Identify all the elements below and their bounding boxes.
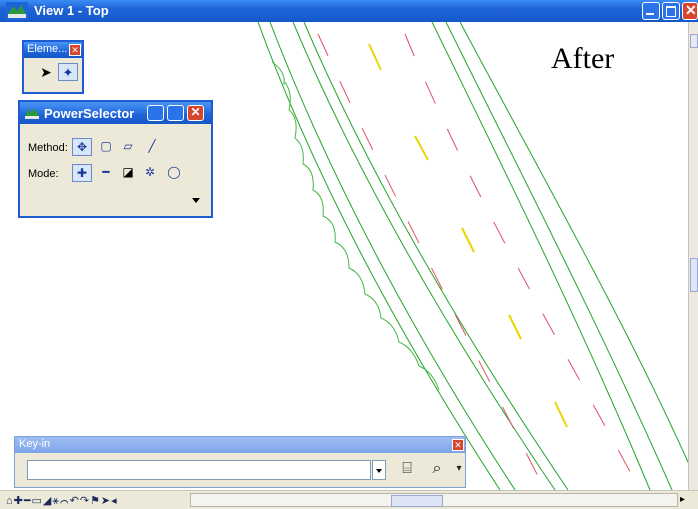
mode-add-icon[interactable]: ✚ <box>72 164 92 182</box>
element-selection-arrow-icon[interactable]: ➤ <box>36 64 56 82</box>
minimize-icon <box>646 13 654 15</box>
element-toolbox-close-button[interactable]: ✕ <box>69 44 81 56</box>
road-edge-line <box>269 22 516 490</box>
mode-clear-icon[interactable]: ◯ <box>164 164 184 182</box>
yellow-mark <box>508 314 522 340</box>
view-canvas[interactable]: After <box>0 22 688 490</box>
microstation-small-icon <box>25 108 39 119</box>
method-shape-icon[interactable]: ▱ <box>118 138 138 156</box>
chevron-down-icon[interactable]: ▾ <box>447 457 471 481</box>
horizontal-scroll-thumb[interactable] <box>391 495 443 507</box>
yellow-mark <box>461 227 475 253</box>
method-individual-icon[interactable]: ✥ <box>72 138 92 156</box>
power-selector-minimize-button[interactable] <box>147 105 164 121</box>
chevron-down-icon[interactable] <box>192 198 200 203</box>
microstation-app-icon <box>6 2 28 20</box>
keyin-input[interactable] <box>27 460 371 480</box>
after-annotation: After <box>551 42 615 75</box>
element-toolbox-titlebar[interactable]: Eleme... ✕ <box>24 42 82 58</box>
horizontal-scrollbar[interactable] <box>190 493 678 507</box>
view-control-icons[interactable]: ⌂✚━▭◢⚹⌒↶↷⚑➤◂ <box>6 494 118 508</box>
power-selector-close-button[interactable]: ✕ <box>187 105 204 121</box>
drawing-lines <box>257 22 688 490</box>
keyin-find-icon[interactable]: ⌕ <box>425 457 449 481</box>
vertical-scrollbar[interactable] <box>688 22 698 490</box>
vertical-scroll-thumb[interactable] <box>690 258 698 292</box>
power-selector-panel: PowerSelector ✕ Method: ✥ ▢ ▱ ╱ Mode: ✚ … <box>18 100 213 218</box>
mode-label: Mode: <box>28 168 59 180</box>
element-selection-toolbox: Eleme... ✕ ➤ ✦ <box>22 40 84 94</box>
window-titlebar: View 1 - Top ✕ <box>0 0 698 22</box>
element-toolbox-title: Eleme... <box>27 43 68 55</box>
keyin-browse-icon[interactable]: ⌸ <box>395 457 419 481</box>
close-button[interactable]: ✕ <box>682 2 698 20</box>
window-title: View 1 - Top <box>34 3 109 18</box>
yellow-mark <box>368 43 382 71</box>
method-line-icon[interactable]: ╱ <box>142 138 162 156</box>
road-edge-line <box>257 22 501 490</box>
mode-invert-icon[interactable]: ◪ <box>118 164 138 182</box>
maximize-button[interactable] <box>662 2 680 20</box>
close-icon: ✕ <box>685 2 697 18</box>
keyin-close-button[interactable]: ✕ <box>452 439 464 451</box>
scroll-right-arrow[interactable]: ▸ <box>680 494 685 505</box>
mode-subtract-icon[interactable]: ━ <box>96 164 116 182</box>
lane-dash-line <box>317 33 546 490</box>
keyin-history-dropdown[interactable] <box>372 460 386 480</box>
road-edge-line <box>431 22 651 490</box>
yellow-mark <box>554 401 568 428</box>
mode-new-icon[interactable]: ✲ <box>140 164 160 182</box>
scroll-up-arrow[interactable] <box>690 34 698 48</box>
power-selector-titlebar[interactable]: PowerSelector ✕ <box>20 102 211 124</box>
keyin-title: Key-in <box>19 438 51 450</box>
power-selector-maximize-button[interactable] <box>167 105 184 121</box>
road-edge-line <box>303 22 569 490</box>
power-selector-tool-icon[interactable]: ✦ <box>58 63 78 81</box>
keyin-panel: Key-in ✕ ⌸ ⌕ ▾ <box>14 436 466 488</box>
method-label: Method: <box>28 142 68 154</box>
road-edge-line <box>459 22 688 463</box>
view-control-bar: ⌂✚━▭◢⚹⌒↶↷⚑➤◂ ▸ <box>0 490 698 509</box>
yellow-mark <box>414 135 429 161</box>
power-selector-title: PowerSelector <box>44 106 135 121</box>
road-edge-line <box>445 22 673 490</box>
minimize-button[interactable] <box>642 2 660 20</box>
method-block-icon[interactable]: ▢ <box>96 138 116 156</box>
keyin-titlebar[interactable]: Key-in ✕ <box>15 437 465 453</box>
maximize-icon <box>666 6 676 17</box>
road-edge-line <box>292 22 556 490</box>
